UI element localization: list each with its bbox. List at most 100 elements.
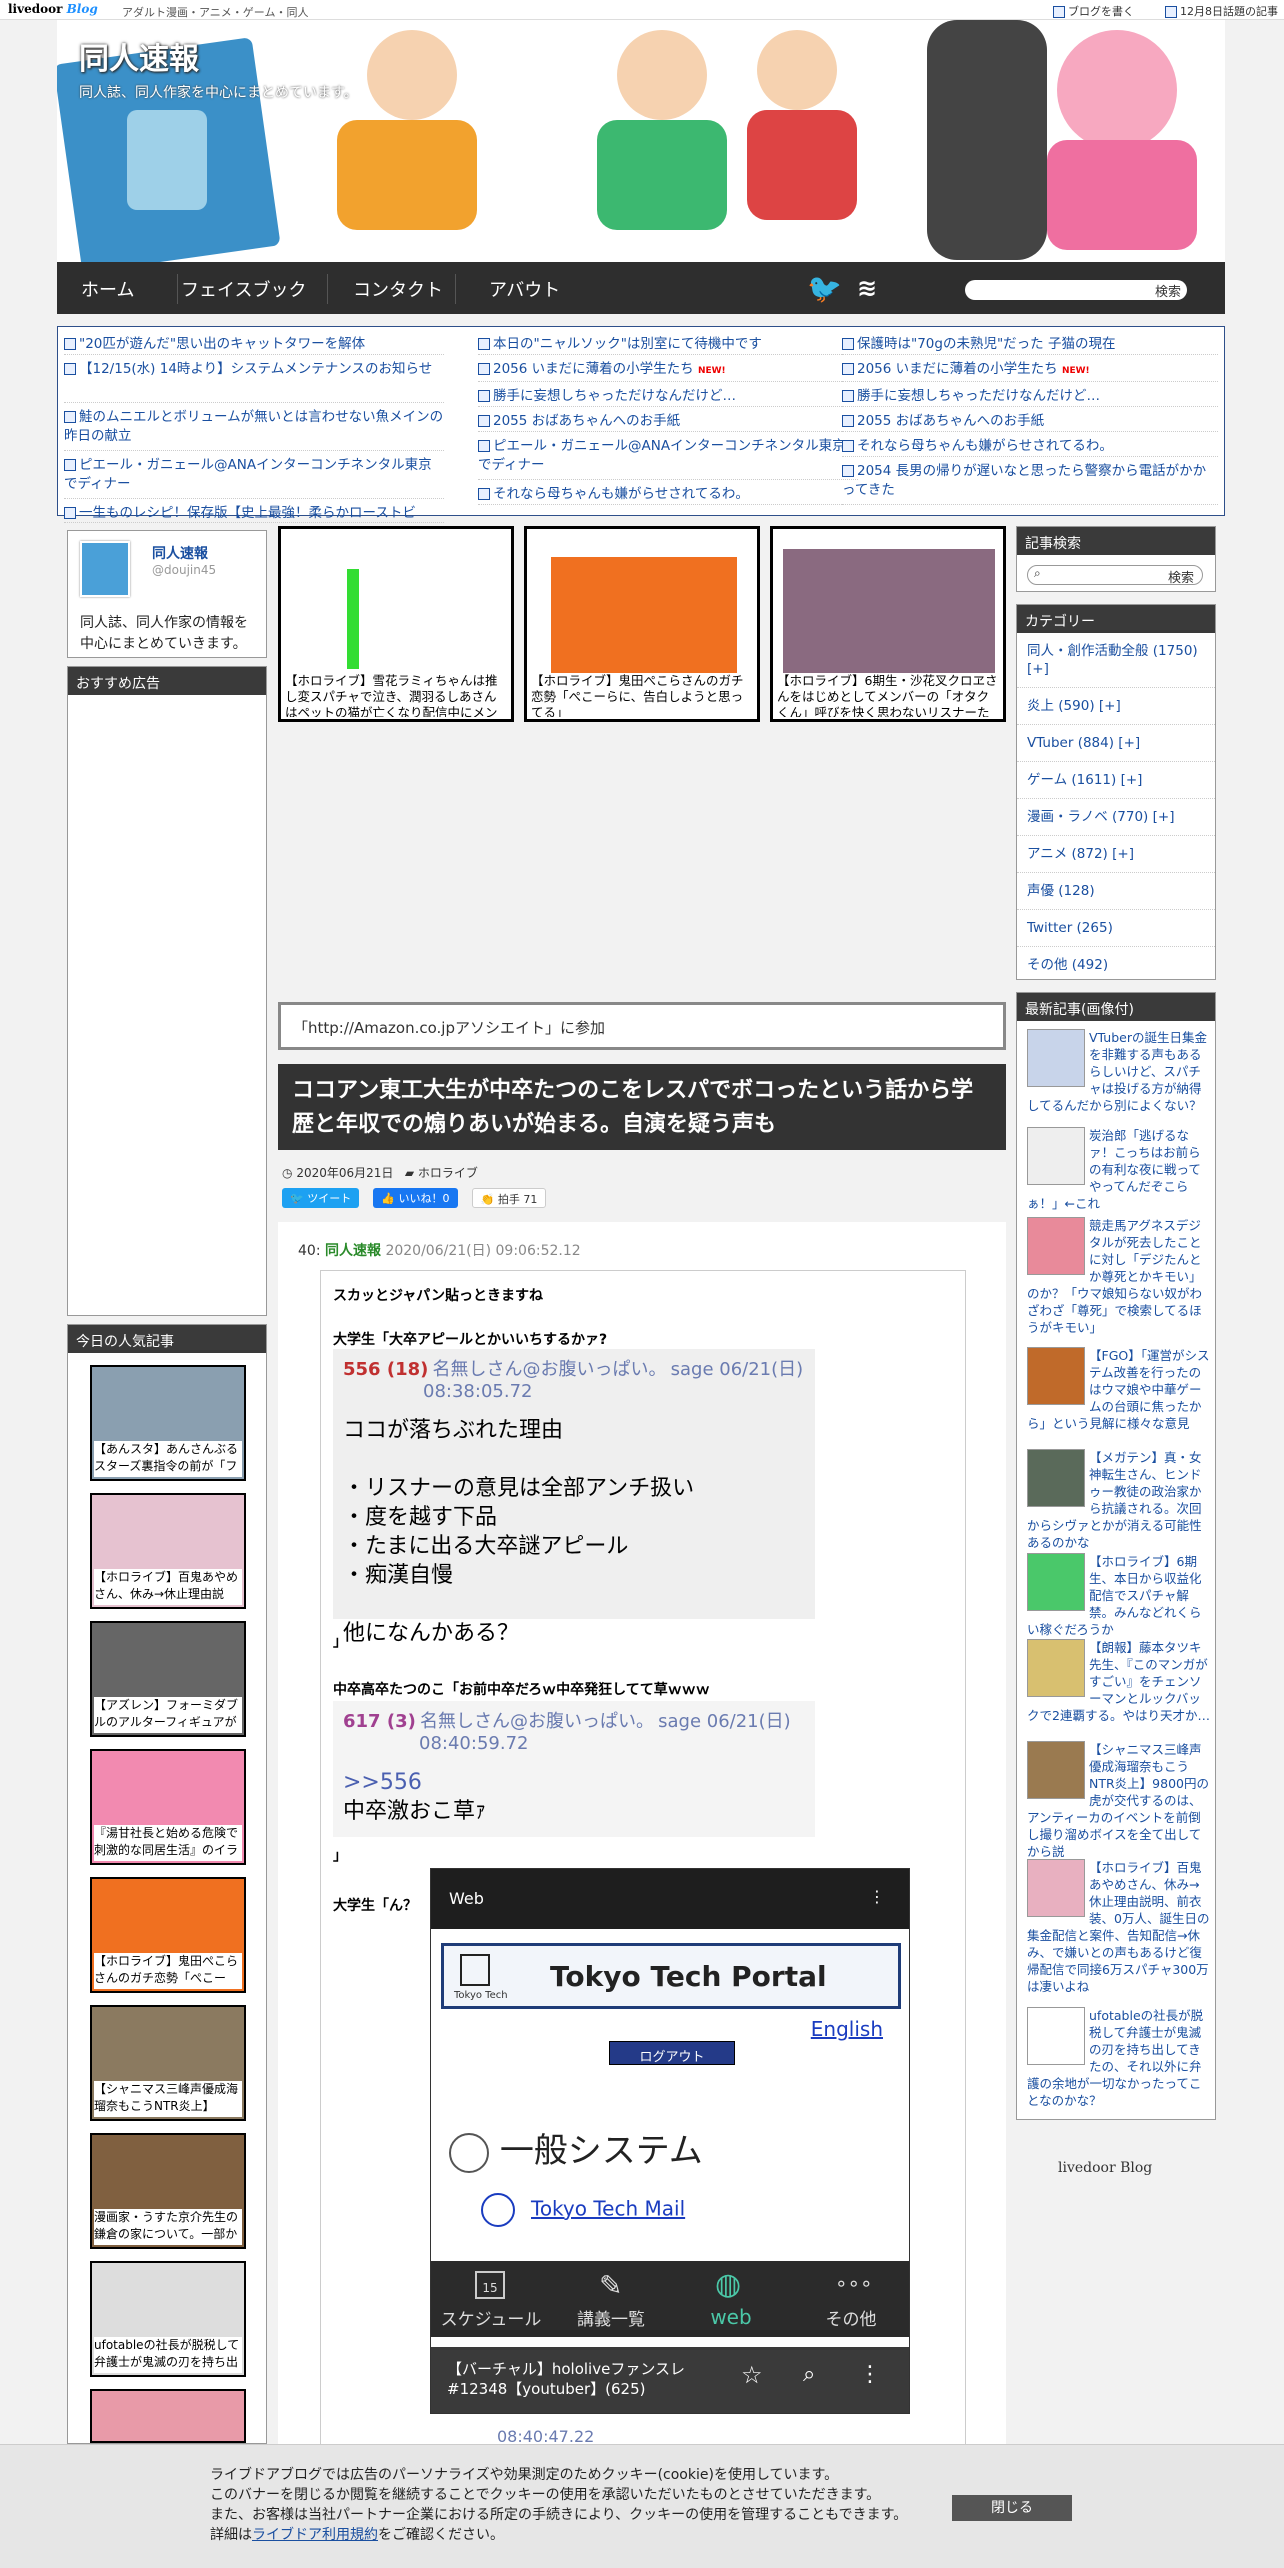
news-icon [842,465,854,477]
more-vert-icon: ⋮ [869,1887,885,1906]
ranking-item[interactable]: 『湯甘社長と始める危険で刺激的な同居生活』のイラ [90,1749,246,1865]
portal-title: Tokyo Tech Portal [550,1960,827,1993]
article-thumbnail [1027,1217,1085,1275]
ranking-item[interactable]: 【シャニマス三峰声優成海瑠奈もこうNTR炎上】 [90,2005,246,2121]
portal-banner: Tokyo Tech Tokyo Tech Portal [441,1943,901,2009]
cookie-close-button[interactable]: 閉じる [952,2495,1072,2521]
ranking-item[interactable]: 【ホロライブ】百鬼あやめさん、休み→休止理由説 [90,1493,246,1609]
category-item[interactable]: 漫画・ラノベ (770) [+] [1017,799,1215,836]
article-thumbnail [1027,1859,1085,1917]
terms-link[interactable]: ライブドア利用規約 [252,2527,378,2543]
side-search-input[interactable]: ⌕ 検索 [1027,565,1203,586]
phone-tab-bar: 15 スケジュール ✎ 講義一覧 ◍ web ∘∘∘ その他 [431,2261,909,2337]
category-item[interactable]: その他 (492) [1017,947,1215,983]
ranking-item[interactable] [90,2389,246,2443]
news-icon [478,415,490,427]
ranking-item[interactable]: 漫画家・うすた京介先生の鎌倉の家について。一部か [90,2133,246,2249]
avatar[interactable] [80,541,130,597]
site-title[interactable]: 同人速報 [79,34,199,78]
write-blog-link[interactable]: ブログを書く [1053,3,1134,19]
like-button[interactable]: 👍 いいね！0 [373,1188,458,1208]
ranking-item[interactable]: 【アズレン】フォーミダブルのアルターフィギュアが [90,1621,246,1737]
post-author[interactable]: 同人速報 [325,1243,381,1259]
person-illustration [747,110,857,220]
news-item[interactable]: 【12/15(水) 14時より】システムメンテナンスのお知らせ [64,360,444,403]
pickup-card[interactable]: 【ホロライブ】6期生・沙花叉クロヱさんをはじめとしてメンバーの「オタクくん」呼び… [770,526,1006,722]
category-item[interactable]: VTuber (884) [+] [1017,725,1215,762]
global-nav: ホーム フェイスブック コンタクト アバウト 🐦 ≋ 検索 [57,262,1225,314]
share-buttons: 🐦 ツイート 👍 いいね！0 👏 拍手 71 [282,1188,556,1208]
search-title: 記事検索 [1017,527,1215,555]
category-item[interactable]: ゲーム (1611) [+] [1017,762,1215,799]
ranking-item[interactable]: ufotableの社長が脱税して弁護士が鬼滅の刃を持ち出 [90,2261,246,2377]
latest-article[interactable]: 【シャニマス三峰声優成海瑠奈もこうNTR炎上】9800円の虎が交代するのは、アン… [1027,1741,1211,1860]
article-title[interactable]: ココアン東工大生が中卒たつのこをレスパでボコったという話から学歴と年収での煽りあ… [278,1064,1006,1150]
livedoor-logo[interactable]: livedoor Blog [8,2,98,16]
news-item[interactable]: "20匹が遊んだ"思い出のキャットタワーを解体 [64,335,444,355]
news-item[interactable]: 2054 長男の帰りが遅いなと思ったら警察から電話がかかってきた [842,462,1218,505]
news-icon [842,440,854,452]
news-item[interactable]: 2056 いまだに薄着の小学生たち NEW! [478,360,858,382]
article-category[interactable]: ホロライブ [418,1166,478,1180]
nav-search-input[interactable]: 検索 [965,280,1187,300]
tweet-button[interactable]: 🐦 ツイート [282,1188,360,1208]
topic-link[interactable]: 12月8日話題の記事 [1165,3,1278,19]
latest-article[interactable]: ufotableの社長が脱税して弁護士が鬼滅の刃を持ち出してきたの、それ以外に弁… [1027,2007,1211,2109]
category-item[interactable]: Twitter (265) [1017,910,1215,947]
news-item[interactable]: 勝手に妄想しちゃっただけなんだけど… [478,387,858,407]
rss-icon[interactable]: ≋ [857,274,877,302]
livedoor-footer-logo[interactable]: livedoor Blog [1058,2160,1152,2176]
top-bar: livedoor Blog アダルト漫画・アニメ・ゲーム・同人 ブログを書く 1… [0,0,1284,20]
profile-name[interactable]: 同人速報 [152,543,208,563]
card-image [783,549,995,673]
news-item[interactable]: 鮭のムニエルとボリュームが無いとは言わせない魚メインの昨日の献立 [64,408,444,451]
nav-search-button[interactable]: 検索 [1155,281,1181,300]
news-item[interactable]: それなら母ちゃんも嫌がらせされてるわ。 [842,437,1218,457]
news-item[interactable]: 本日の"ニャルソック"は別室にて待機中です [478,335,858,355]
article-thumbnail [1027,2007,1085,2065]
latest-article[interactable]: VTuberの誕生日集金を非難する声もあるらしいけど、スパチャは投げる方が納得し… [1027,1029,1211,1114]
news-item[interactable]: 2055 おばあちゃんへのお手紙 [478,412,858,432]
header-banner[interactable]: 同人速報 同人誌、同人作家を中心にまとめています。 [57,20,1225,262]
news-item[interactable]: ピエール・ガニェール@ANAインターコンチネンタル東京でディナー [64,456,444,499]
nav-about[interactable]: アバウト [489,276,560,302]
response-time: 08:38:05.72 [423,1381,533,1402]
latest-article[interactable]: 【メガテン】真・女神転生さん、ヒンドゥー教徒の政治家から抗議される。次回からシヴ… [1027,1449,1211,1551]
article-thumbnail [1027,1347,1085,1405]
clap-button[interactable]: 👏 拍手 71 [471,1188,547,1208]
response-body: ココが落ちぶれた理由 ・リスナーの意見は全部アンチ扱い ・度を越す下品 ・たまに出る大… [343,1418,695,1646]
tab-web: web [710,2305,752,2329]
quote-line: 大学生「大卒アピールとかいいちするかァ? [333,1332,608,1348]
latest-article[interactable]: 【FGO】「運営がシステム改善を行ったのはウマ娘や中華ゲームの台頭に焦ったから」… [1027,1347,1211,1432]
quote-line: 大学生「ん？ [333,1898,417,1914]
news-item[interactable]: 2055 おばあちゃんへのお手紙 [842,412,1218,432]
news-item[interactable]: 保護時は"70gの未熟児"だった 子猫の現在 [842,335,1218,355]
ranking-item[interactable]: 【あんスタ】あんさんぶるスターズ裏指令の前が「フ [90,1365,246,1481]
nav-contact[interactable]: コンタクト [353,276,443,302]
latest-article[interactable]: 競走馬アグネスデジタルが死去したことに対し「デジたんとか尊死とかキモい」のか？「… [1027,1217,1211,1336]
folder-icon: ▰ [404,1166,415,1180]
news-item[interactable]: 一生ものレシピ！保存版【史上最強！柔らかローストビ [64,504,444,523]
category-item[interactable]: アニメ (872) [+] [1017,836,1215,873]
latest-article[interactable]: 【朗報】藤本タツキ先生、『このマンガがすごい』をチェンソーマンとルックバックで2… [1027,1639,1211,1724]
category-item[interactable]: 声優 (128) [1017,873,1215,910]
category-item[interactable]: 同人・創作活動全般 (1750) [+] [1017,633,1215,688]
twitter-icon[interactable]: 🐦 [807,272,842,305]
latest-article[interactable]: 炭治郎「逃げるなァ！こっちはお前らの有利な夜に戦ってやってんだぞこらぁ！」←これ [1027,1127,1211,1212]
side-search-button[interactable]: 検索 [1168,567,1194,586]
news-item[interactable]: 2056 いまだに薄着の小学生たち NEW! [842,360,1218,382]
news-item[interactable]: それなら母ちゃんも嫌がらせされてるわ。 [478,485,858,505]
response-name: 名無しさん@お腹いっぱい。 [419,1711,654,1732]
category-item[interactable]: 炎上 (590) [+] [1017,688,1215,725]
news-item[interactable]: 勝手に妄想しちゃっただけなんだけど… [842,387,1218,407]
nav-home[interactable]: ホーム [81,276,134,302]
news-item[interactable]: ピエール・ガニェール@ANAインターコンチネンタル東京でディナー [478,437,858,480]
pickup-card[interactable]: 【ホロライブ】鬼田ぺこらさんのガチ恋勢「ぺこーらに、告白しようと思ってる」 [524,526,760,722]
latest-article[interactable]: 【ホロライブ】百鬼あやめさん、休み→休止理由説明、前衣装、0万人、誕生日の集金配… [1027,1859,1211,1995]
response-number: 617 (3) [343,1711,416,1732]
latest-article[interactable]: 【ホロライブ】6期生、本日から収益化配信でスパチャ解禁。みんなどれくらい稼ぐだろ… [1027,1553,1211,1638]
pencil-icon [1053,6,1065,18]
ranking-item[interactable]: 【ホロライブ】鬼田ぺこらさんのガチ恋勢「ぺこー [90,1877,246,1993]
pickup-card[interactable]: 【ホロライブ】雪花ラミィちゃんは推し変スパチャで泣き、潤羽るしあさんはペットの猫… [278,526,514,722]
nav-facebook[interactable]: フェイスブック [181,276,306,302]
